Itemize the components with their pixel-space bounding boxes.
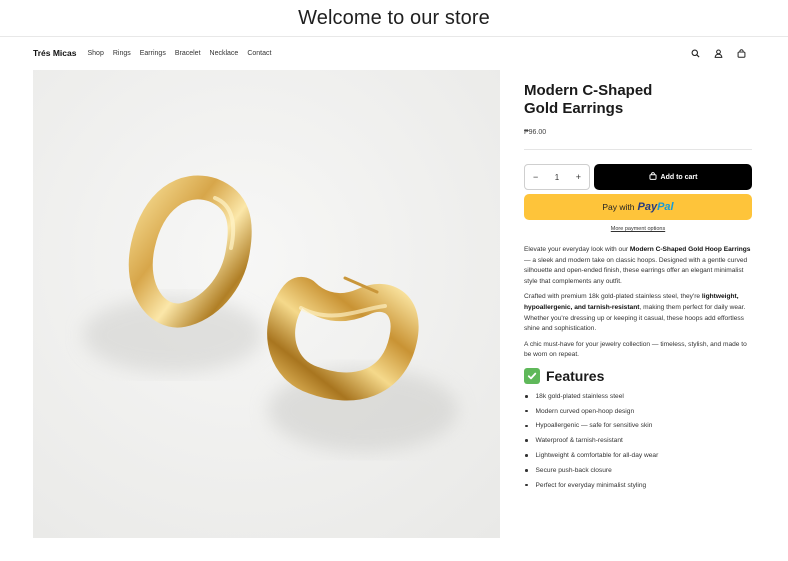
brand-logo[interactable]: Trés Micas [33,48,76,58]
user-icon[interactable] [713,48,723,58]
feature-item: Lightweight & comfortable for all-day we… [524,448,752,463]
feature-item: Modern curved open-hoop design [524,404,752,419]
description-paragraph: Elevate your everyday look with our Mode… [524,245,752,287]
product-image[interactable] [33,70,500,538]
header-icons [690,37,746,69]
features-title: Features [546,367,605,384]
features-heading: Features [524,367,752,384]
desc-text: — a sleek and modern take on classic hoo… [524,256,748,285]
qty-plus-button[interactable]: + [576,172,581,182]
paypal-logo: PayPal [638,201,674,213]
bag-icon[interactable] [736,48,746,58]
desc-text: Elevate your everyday look with our [524,246,630,253]
paypal-button[interactable]: Pay with PayPal [524,194,752,220]
nav-bracelet[interactable]: Bracelet [175,50,201,57]
bag-icon [648,172,657,182]
quantity-stepper[interactable]: − 1 + [524,164,590,190]
nav-shop[interactable]: Shop [87,50,103,57]
nav-earrings[interactable]: Earrings [140,50,166,57]
feature-item: Waterproof & tarnish-resistant [524,433,752,448]
product-description: Elevate your everyday look with our Mode… [524,245,752,361]
feature-item: Perfect for everyday minimalist styling [524,478,752,493]
features-list: 18k gold-plated stainless steel Modern c… [524,389,752,493]
nav-necklace[interactable]: Necklace [210,50,239,57]
buy-row: − 1 + Add to cart [524,164,752,190]
add-to-cart-label: Add to cart [660,173,698,181]
more-payment-options-link[interactable]: More payment options [524,226,752,232]
product-title-line2: Gold Earrings [524,100,624,117]
paypal-prefix: Pay with [602,202,635,212]
main-nav: Shop Rings Earrings Bracelet Necklace Co… [87,50,271,57]
paypal-logo-pay: Pay [637,201,658,213]
search-icon[interactable] [690,48,700,58]
description-paragraph: Crafted with premium 18k gold-plated sta… [524,292,752,334]
product-price: ₱96.00 [524,129,547,136]
add-to-cart-button[interactable]: Add to cart [594,164,752,190]
feature-item: Hypoallergenic — safe for sensitive skin [524,419,752,434]
qty-minus-button[interactable]: − [533,172,538,182]
paypal-logo-pal: Pal [657,201,674,213]
description-paragraph: A chic must-have for your jewelry collec… [524,340,747,359]
product-title: Modern C-Shaped Gold Earrings [524,82,752,118]
desc-text: Crafted with premium 18k gold-plated sta… [524,293,702,301]
nav-rings[interactable]: Rings [113,50,131,57]
feature-item: 18k gold-plated stainless steel [524,389,752,404]
announcement-text: Welcome to our store [298,6,490,29]
announcement-bar: Welcome to our store [0,0,788,37]
desc-bold: Modern C-Shaped Gold Hoop Earrings [629,246,751,253]
feature-item: Secure push-back closure [524,463,752,478]
check-mark-icon [524,367,540,384]
nav-contact[interactable]: Contact [247,50,271,57]
divider [524,149,752,150]
product-info: Modern C-Shaped Gold Earrings ₱96.00 − 1… [524,82,752,493]
quantity-value[interactable]: 1 [555,173,559,182]
product-title-line1: Modern C-Shaped [524,82,653,99]
site-header: Trés Micas Shop Rings Earrings Bracelet … [0,37,788,69]
